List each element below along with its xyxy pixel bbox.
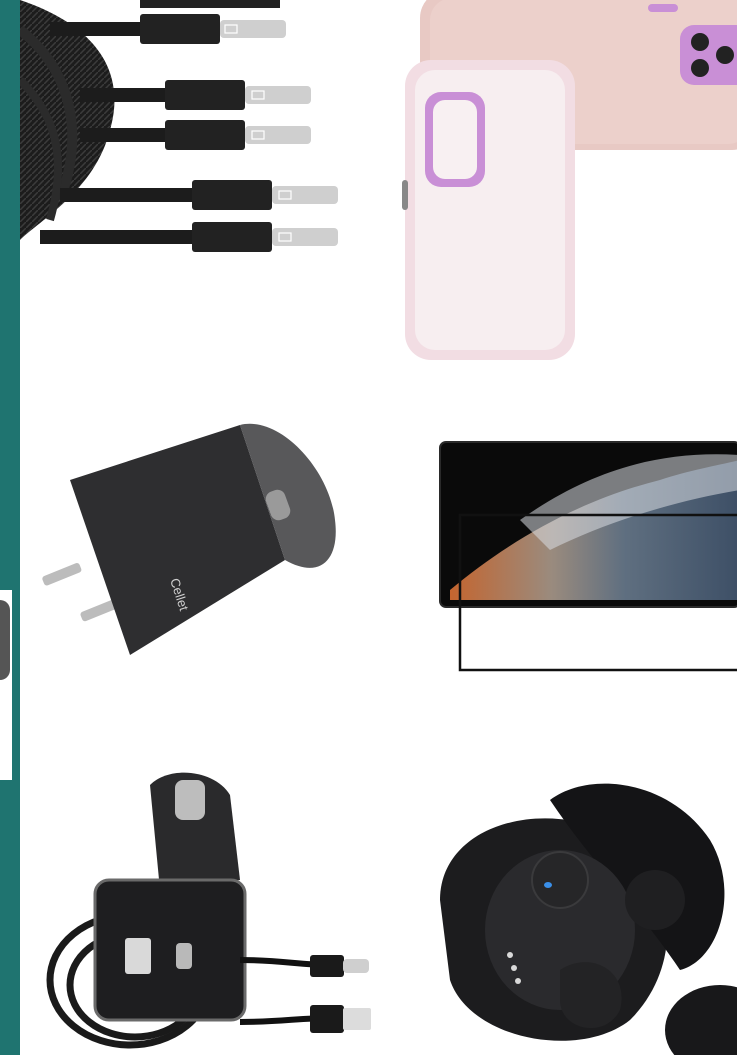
partial-product-edge [0,600,10,680]
accent-strip [0,0,20,1055]
car-charger-icon [46,772,371,1049]
usb-c-cable-icon [20,0,338,252]
phone-case-icon [402,0,737,360]
earbuds-image [430,760,737,1055]
usb-c-cables-image [20,0,360,260]
wall-charger-image: Cellet [30,410,360,670]
screen-protector-image [430,430,737,680]
earbuds-icon [440,783,737,1055]
screen-protector-icon [439,441,737,672]
wall-charger-icon: Cellet [42,423,336,655]
car-charger-image [40,760,380,1055]
phone-case-image [380,0,737,370]
